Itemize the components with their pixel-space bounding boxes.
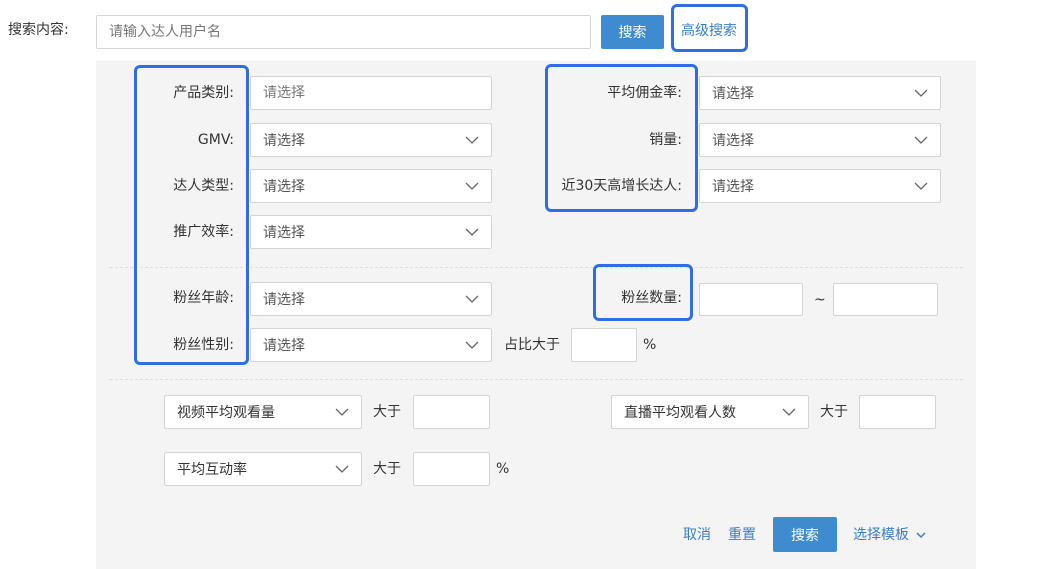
video-gt-label: 大于 bbox=[373, 404, 401, 420]
video-avg-views-input[interactable] bbox=[413, 395, 490, 429]
chevron-down-icon bbox=[916, 532, 926, 539]
section-divider bbox=[110, 379, 963, 380]
reset-link[interactable]: 重置 bbox=[728, 525, 756, 545]
fan-age-select[interactable]: 请选择 bbox=[250, 282, 492, 316]
ratio-percent: % bbox=[643, 337, 657, 353]
range-separator: ~ bbox=[814, 292, 826, 308]
fan-gender-select[interactable]: 请选择 bbox=[250, 328, 492, 362]
avg-interaction-input[interactable] bbox=[413, 452, 490, 486]
growth-30d-select[interactable]: 请选择 bbox=[699, 169, 941, 203]
interaction-percent: % bbox=[496, 461, 510, 477]
search-input[interactable] bbox=[109, 24, 578, 40]
ratio-input[interactable] bbox=[571, 328, 637, 362]
select-template-label: 选择模板 bbox=[853, 527, 909, 543]
chevron-down-icon bbox=[335, 408, 349, 416]
cancel-link[interactable]: 取消 bbox=[683, 525, 711, 545]
chevron-down-icon bbox=[465, 341, 479, 349]
product-category-field[interactable] bbox=[263, 85, 479, 101]
promo-efficiency-label: 推广效率: bbox=[173, 224, 234, 240]
growth-30d-label: 近30天高增长达人: bbox=[561, 178, 682, 194]
section-divider bbox=[110, 267, 963, 268]
avg-interaction-select[interactable]: 平均互动率 bbox=[164, 452, 362, 486]
product-category-label: 产品类别: bbox=[173, 85, 234, 101]
fan-count-min-input[interactable] bbox=[699, 283, 803, 316]
gmv-select[interactable]: 请选择 bbox=[250, 123, 492, 157]
chevron-down-icon bbox=[914, 136, 928, 144]
chevron-down-icon bbox=[914, 89, 928, 97]
video-avg-views-value: 视频平均观看量 bbox=[177, 405, 275, 421]
chevron-down-icon bbox=[914, 182, 928, 190]
video-avg-views-select[interactable]: 视频平均观看量 bbox=[164, 395, 362, 429]
fan-age-label: 粉丝年龄: bbox=[173, 290, 234, 306]
live-avg-viewers-input[interactable] bbox=[859, 395, 936, 429]
sales-value: 请选择 bbox=[712, 133, 754, 149]
live-avg-viewers-select[interactable]: 直播平均观看人数 bbox=[611, 395, 809, 429]
product-category-input[interactable] bbox=[250, 76, 492, 110]
creator-type-select[interactable]: 请选择 bbox=[250, 169, 492, 203]
live-gt-label: 大于 bbox=[820, 404, 848, 420]
chevron-down-icon bbox=[465, 228, 479, 236]
fan-count-label: 粉丝数量: bbox=[621, 290, 682, 306]
search-input-box[interactable] bbox=[96, 15, 591, 49]
chevron-down-icon bbox=[465, 295, 479, 303]
creator-type-label: 达人类型: bbox=[173, 178, 234, 194]
avg-commission-select[interactable]: 请选择 bbox=[699, 76, 941, 110]
sales-select[interactable]: 请选择 bbox=[699, 123, 941, 157]
search-button[interactable]: 搜索 bbox=[601, 15, 664, 49]
fan-gender-value: 请选择 bbox=[263, 338, 305, 354]
advanced-search-link[interactable]: 高级搜索 bbox=[681, 21, 737, 41]
select-template-link[interactable]: 选择模板 bbox=[853, 525, 926, 545]
promo-efficiency-select[interactable]: 请选择 bbox=[250, 215, 492, 249]
chevron-down-icon bbox=[782, 408, 796, 416]
avg-commission-label: 平均佣金率: bbox=[607, 85, 682, 101]
gmv-label: GMV: bbox=[197, 132, 234, 148]
interaction-gt-label: 大于 bbox=[373, 461, 401, 477]
chevron-down-icon bbox=[335, 465, 349, 473]
sales-label: 销量: bbox=[649, 132, 682, 148]
ratio-label: 占比大于 bbox=[504, 337, 560, 353]
gmv-value: 请选择 bbox=[263, 133, 305, 149]
search-label: 搜索内容: bbox=[8, 22, 69, 38]
fan-gender-label: 粉丝性别: bbox=[173, 337, 234, 353]
avg-commission-value: 请选择 bbox=[712, 86, 754, 102]
growth-30d-value: 请选择 bbox=[712, 179, 754, 195]
panel-search-button[interactable]: 搜索 bbox=[773, 517, 837, 552]
creator-type-value: 请选择 bbox=[263, 179, 305, 195]
fan-count-max-input[interactable] bbox=[833, 283, 938, 316]
chevron-down-icon bbox=[465, 136, 479, 144]
avg-interaction-value: 平均互动率 bbox=[177, 462, 247, 478]
promo-efficiency-value: 请选择 bbox=[263, 225, 305, 241]
chevron-down-icon bbox=[465, 182, 479, 190]
fan-age-value: 请选择 bbox=[263, 292, 305, 308]
live-avg-viewers-value: 直播平均观看人数 bbox=[624, 405, 736, 421]
